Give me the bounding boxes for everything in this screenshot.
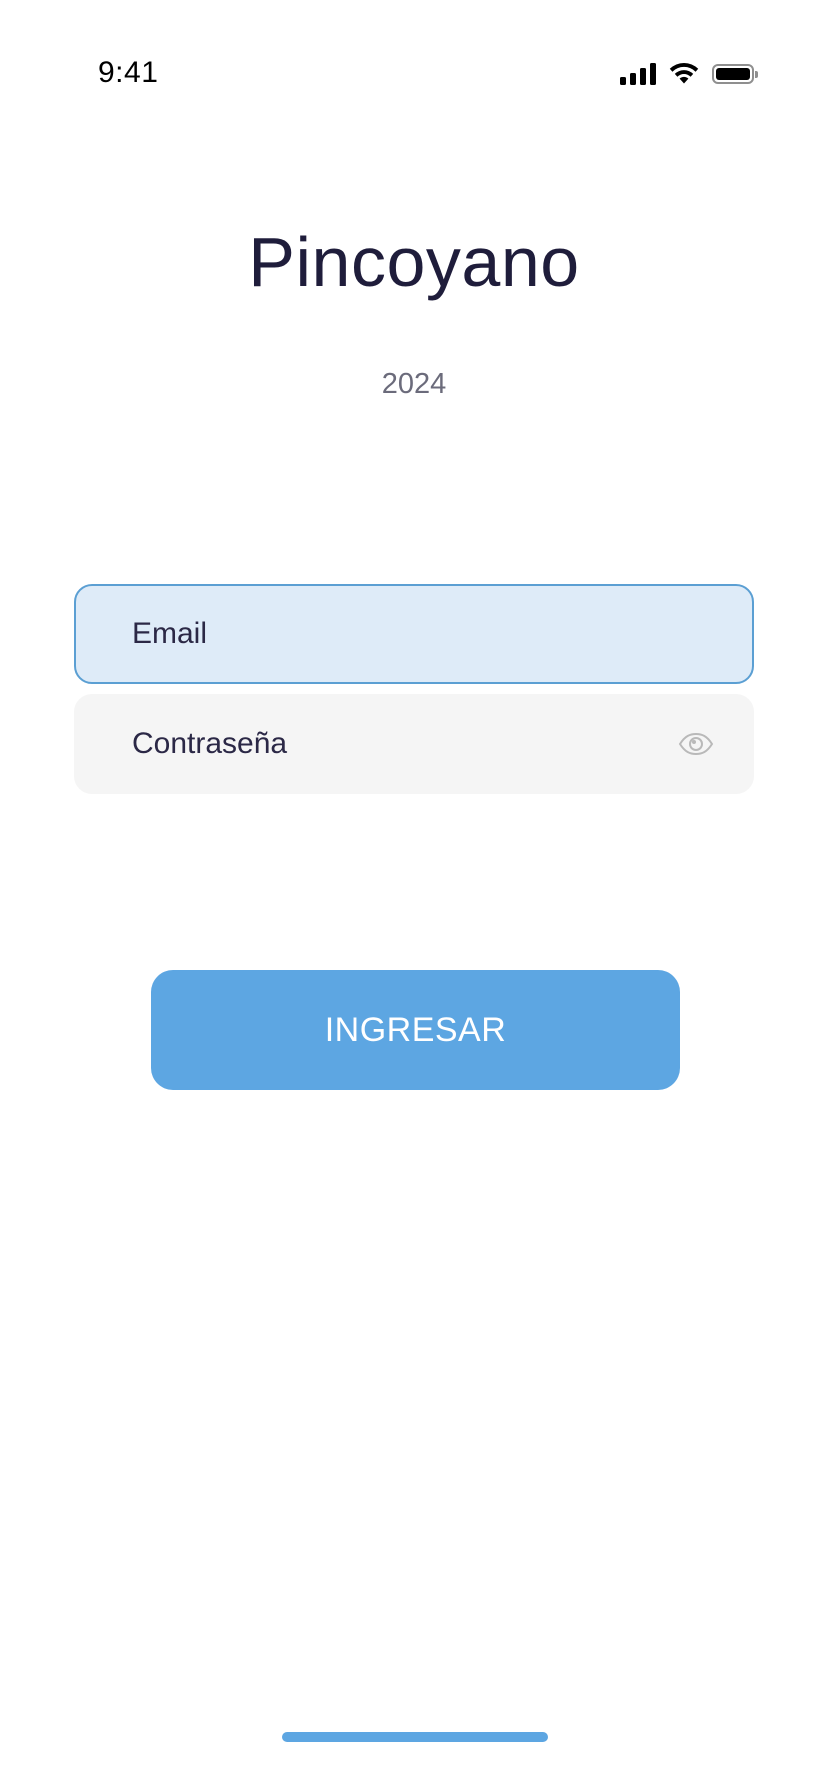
eye-icon[interactable] [678, 732, 714, 756]
login-screen: 9:41 Pincoyano 2024 Email Contraseña ING… [0, 0, 828, 1792]
email-placeholder: Email [132, 617, 208, 650]
password-field[interactable]: Contraseña [74, 694, 754, 794]
wifi-icon [669, 62, 699, 84]
app-year: 2024 [381, 368, 447, 400]
battery-icon [712, 64, 758, 84]
status-bar: 9:41 [0, 0, 828, 120]
status-icons [620, 60, 758, 88]
home-indicator[interactable] [282, 1732, 548, 1742]
status-time: 9:41 [98, 56, 159, 89]
app-title: Pincoyano [248, 223, 580, 301]
login-button[interactable]: INGRESAR [151, 970, 680, 1090]
email-field[interactable]: Email [74, 584, 754, 684]
cellular-signal-icon [620, 63, 656, 85]
password-placeholder: Contraseña [132, 727, 288, 760]
